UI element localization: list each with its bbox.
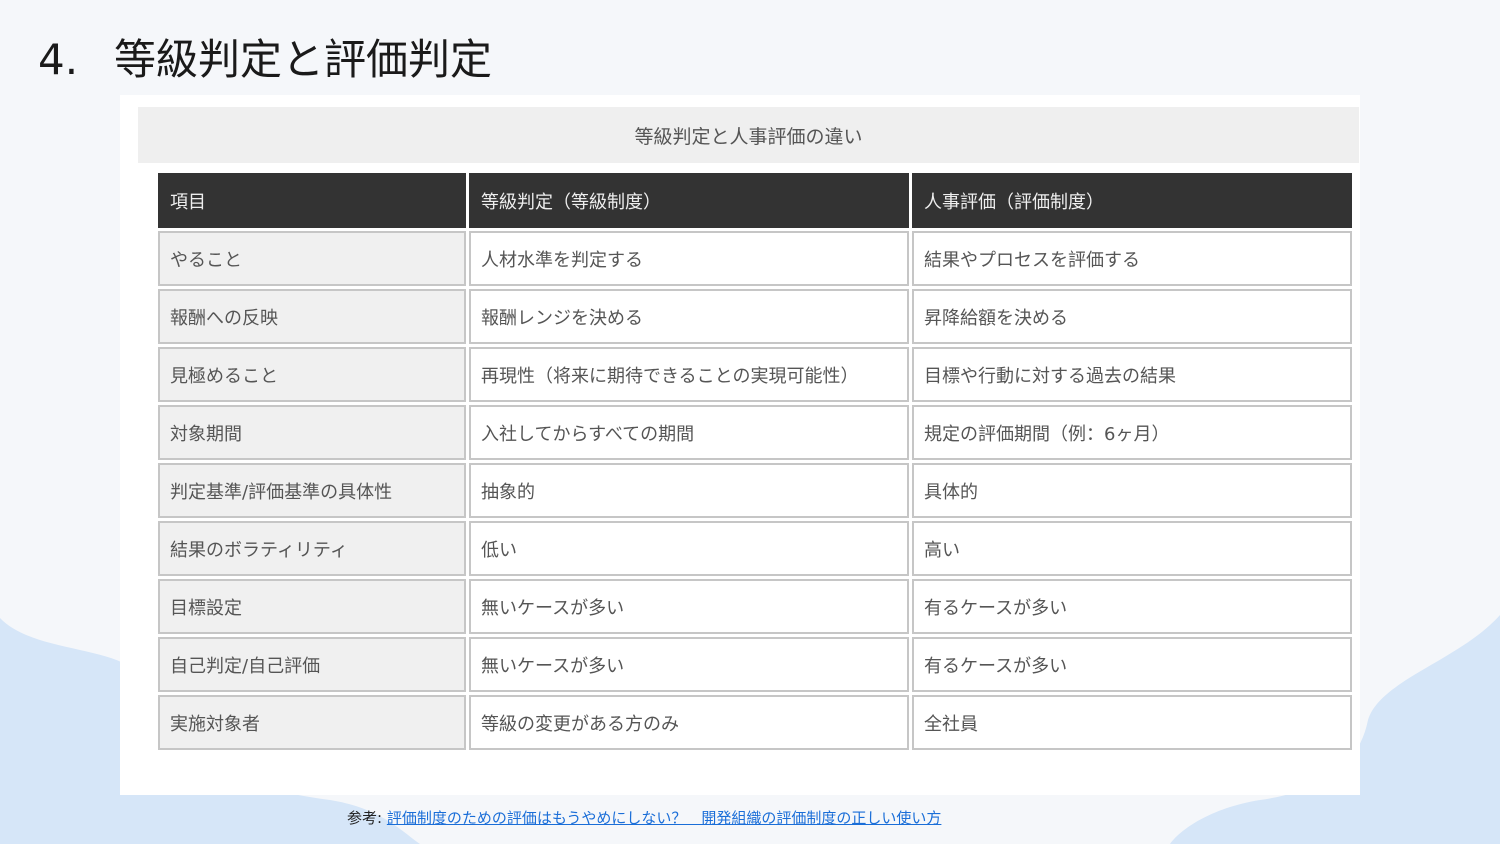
row-label: 判定基準/評価基準の具体性 [158, 463, 466, 518]
row-label: 実施対象者 [158, 695, 466, 750]
reference-prefix: 参考: [347, 809, 383, 827]
evaluation-cell: 全社員 [912, 695, 1352, 750]
page-title: 4. 等級判定と評価判定 [38, 26, 492, 87]
grade-cell: 等級の変更がある方のみ [469, 695, 909, 750]
table-row: 自己判定/自己評価 無いケースが多い 有るケースが多い [158, 637, 1352, 692]
table-row: やること 人材水準を判定する 結果やプロセスを評価する [158, 231, 1352, 286]
grade-cell: 無いケースが多い [469, 579, 909, 634]
title-text: 等級判定と評価判定 [114, 35, 493, 84]
grade-cell: 再現性（将来に期待できることの実現可能性） [469, 347, 909, 402]
header-item: 項目 [158, 173, 466, 228]
evaluation-cell: 具体的 [912, 463, 1352, 518]
table-row: 結果のボラティリティ 低い 高い [158, 521, 1352, 576]
evaluation-cell: 目標や行動に対する過去の結果 [912, 347, 1352, 402]
grade-cell: 抽象的 [469, 463, 909, 518]
evaluation-cell: 高い [912, 521, 1352, 576]
table-caption: 等級判定と人事評価の違い [138, 107, 1359, 163]
table-row: 判定基準/評価基準の具体性 抽象的 具体的 [158, 463, 1352, 518]
comparison-card: 等級判定と人事評価の違い 項目 等級判定（等級制度） 人事評価（評価制度） やる… [120, 95, 1360, 795]
row-label: やること [158, 231, 466, 286]
row-label: 結果のボラティリティ [158, 521, 466, 576]
grade-cell: 低い [469, 521, 909, 576]
header-evaluation: 人事評価（評価制度） [912, 173, 1352, 228]
table-row: 報酬への反映 報酬レンジを決める 昇降給額を決める [158, 289, 1352, 344]
grade-cell: 人材水準を判定する [469, 231, 909, 286]
grade-cell: 無いケースが多い [469, 637, 909, 692]
table-row: 見極めること 再現性（将来に期待できることの実現可能性） 目標や行動に対する過去… [158, 347, 1352, 402]
table-row: 目標設定 無いケースが多い 有るケースが多い [158, 579, 1352, 634]
evaluation-cell: 昇降給額を決める [912, 289, 1352, 344]
evaluation-cell: 有るケースが多い [912, 637, 1352, 692]
row-label: 対象期間 [158, 405, 466, 460]
table-row: 対象期間 入社してからすべての期間 規定の評価期間（例：6ヶ月） [158, 405, 1352, 460]
grade-cell: 入社してからすべての期間 [469, 405, 909, 460]
row-label: 報酬への反映 [158, 289, 466, 344]
evaluation-cell: 有るケースが多い [912, 579, 1352, 634]
reference-note: 参考: 評価制度のための評価はもうやめにしない？ 開発組織の評価制度の正しい使い… [347, 807, 941, 828]
evaluation-cell: 規定の評価期間（例：6ヶ月） [912, 405, 1352, 460]
table-row: 実施対象者 等級の変更がある方のみ 全社員 [158, 695, 1352, 750]
reference-link[interactable]: 評価制度のための評価はもうやめにしない？ 開発組織の評価制度の正しい使い方 [387, 809, 942, 827]
row-label: 見極めること [158, 347, 466, 402]
row-label: 自己判定/自己評価 [158, 637, 466, 692]
section-number: 4. [38, 35, 79, 84]
row-label: 目標設定 [158, 579, 466, 634]
comparison-table: 項目 等級判定（等級制度） 人事評価（評価制度） やること 人材水準を判定する … [155, 170, 1355, 753]
grade-cell: 報酬レンジを決める [469, 289, 909, 344]
header-grade: 等級判定（等級制度） [469, 173, 909, 228]
evaluation-cell: 結果やプロセスを評価する [912, 231, 1352, 286]
table-header-row: 項目 等級判定（等級制度） 人事評価（評価制度） [158, 173, 1352, 228]
